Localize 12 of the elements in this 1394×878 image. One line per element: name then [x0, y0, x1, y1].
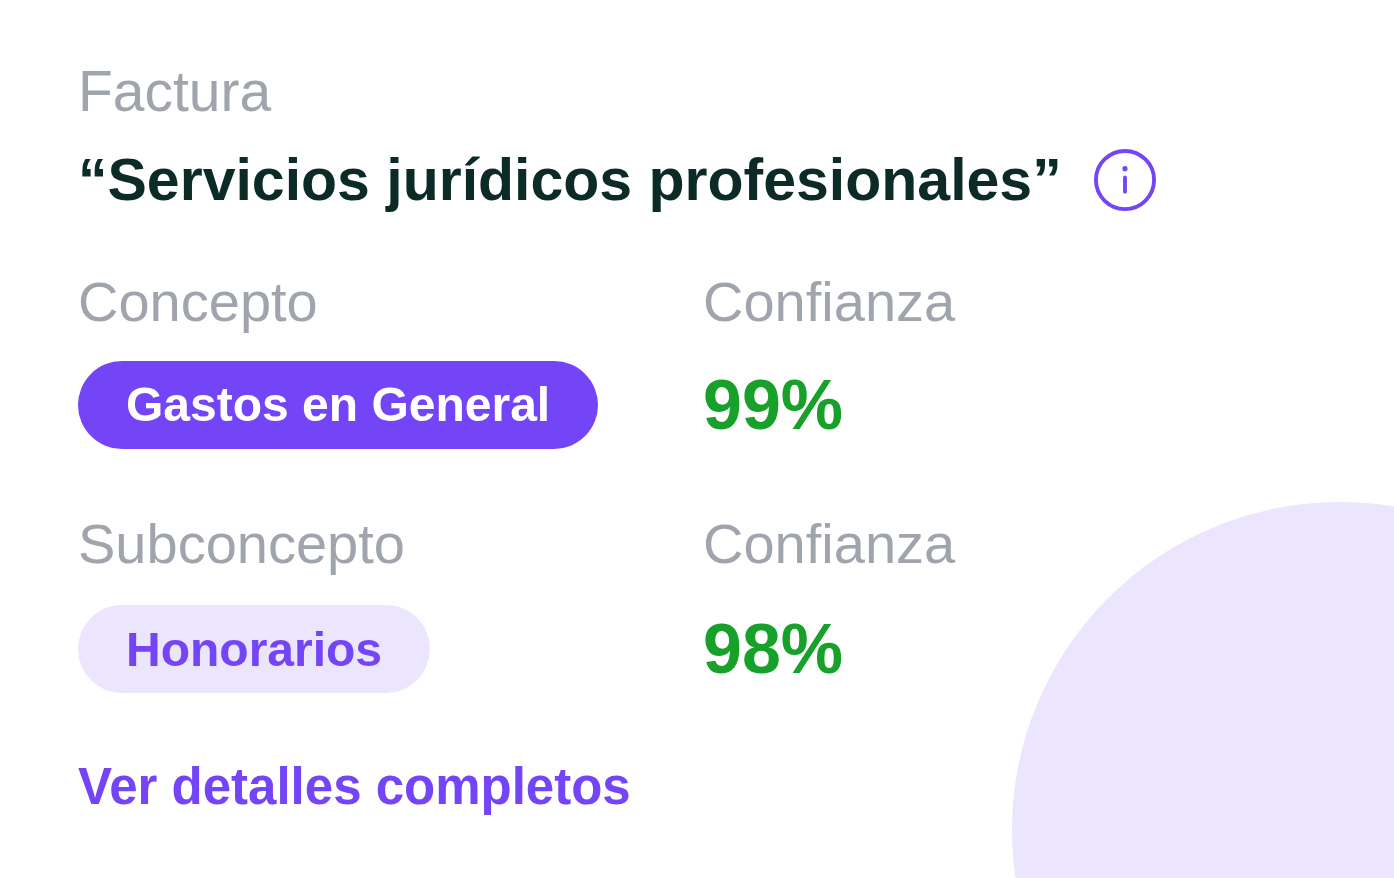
field-label: Subconcepto	[78, 511, 405, 577]
confidence-value: 99%	[703, 369, 844, 440]
field-label: Concepto	[78, 270, 318, 335]
confidence-label: Confianza	[703, 270, 956, 335]
category-tag: Gastos en General	[78, 360, 599, 449]
invoice-title: “Servicios jurídicos profesionales”	[78, 146, 1062, 215]
info-icon[interactable]	[1093, 149, 1156, 212]
details-link[interactable]: Ver detalles completos	[78, 758, 631, 817]
confidence-label: Confianza	[703, 511, 956, 577]
confidence-value: 98%	[703, 614, 844, 685]
category-tag: Honorarios	[78, 605, 431, 694]
document-type: Factura	[78, 59, 272, 125]
